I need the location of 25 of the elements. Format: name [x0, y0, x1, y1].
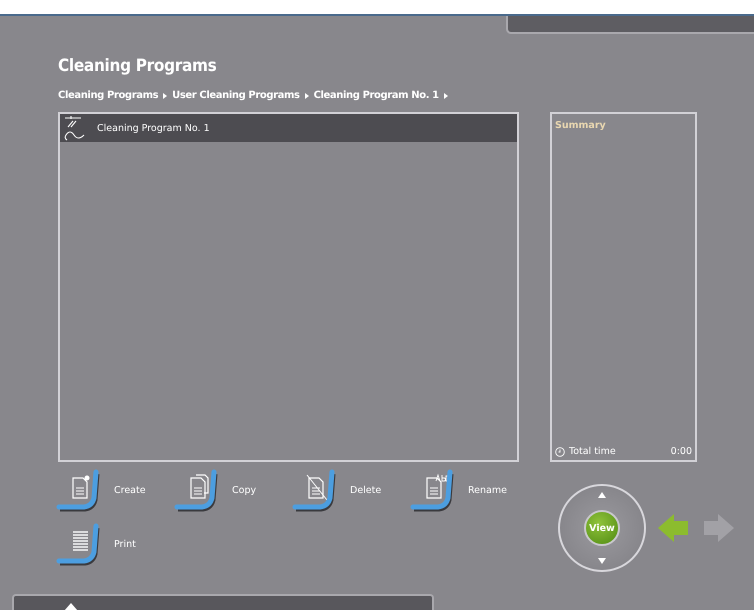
- total-time-label: Total time: [569, 446, 616, 457]
- breadcrumb-arrow-icon: [304, 92, 309, 98]
- top-panel-tab[interactable]: [506, 16, 754, 34]
- action-button[interactable]: Copy: [174, 466, 292, 514]
- total-time-value: 0:00: [670, 446, 692, 457]
- back-arrow-icon[interactable]: [658, 514, 690, 542]
- up-arrow-icon: [64, 603, 78, 610]
- breadcrumb-item[interactable]: User Cleaning Programs: [172, 90, 300, 101]
- action-button[interactable]: Create: [56, 466, 174, 514]
- breadcrumb-item[interactable]: Cleaning Program No. 1: [314, 90, 439, 101]
- up-arrow-icon[interactable]: [598, 492, 606, 498]
- breadcrumb-arrow-icon: [444, 92, 448, 98]
- view-button[interactable]: View: [584, 510, 620, 546]
- breadcrumb-item[interactable]: Cleaning Programs: [58, 90, 158, 101]
- bottom-panel-tab[interactable]: [12, 594, 434, 610]
- navigation-dial[interactable]: View: [558, 484, 646, 572]
- page-title: Cleaning Programs: [58, 56, 218, 76]
- action-button[interactable]: Print: [56, 520, 174, 568]
- action-button[interactable]: Rename: [410, 466, 528, 514]
- breadcrumb-arrow-icon: [163, 92, 168, 98]
- clock-icon: [555, 446, 565, 456]
- down-arrow-icon[interactable]: [598, 558, 606, 564]
- summary-title: Summary: [555, 120, 607, 131]
- action-button[interactable]: Delete: [292, 466, 410, 514]
- program-row[interactable]: Cleaning Program No. 1: [60, 114, 517, 142]
